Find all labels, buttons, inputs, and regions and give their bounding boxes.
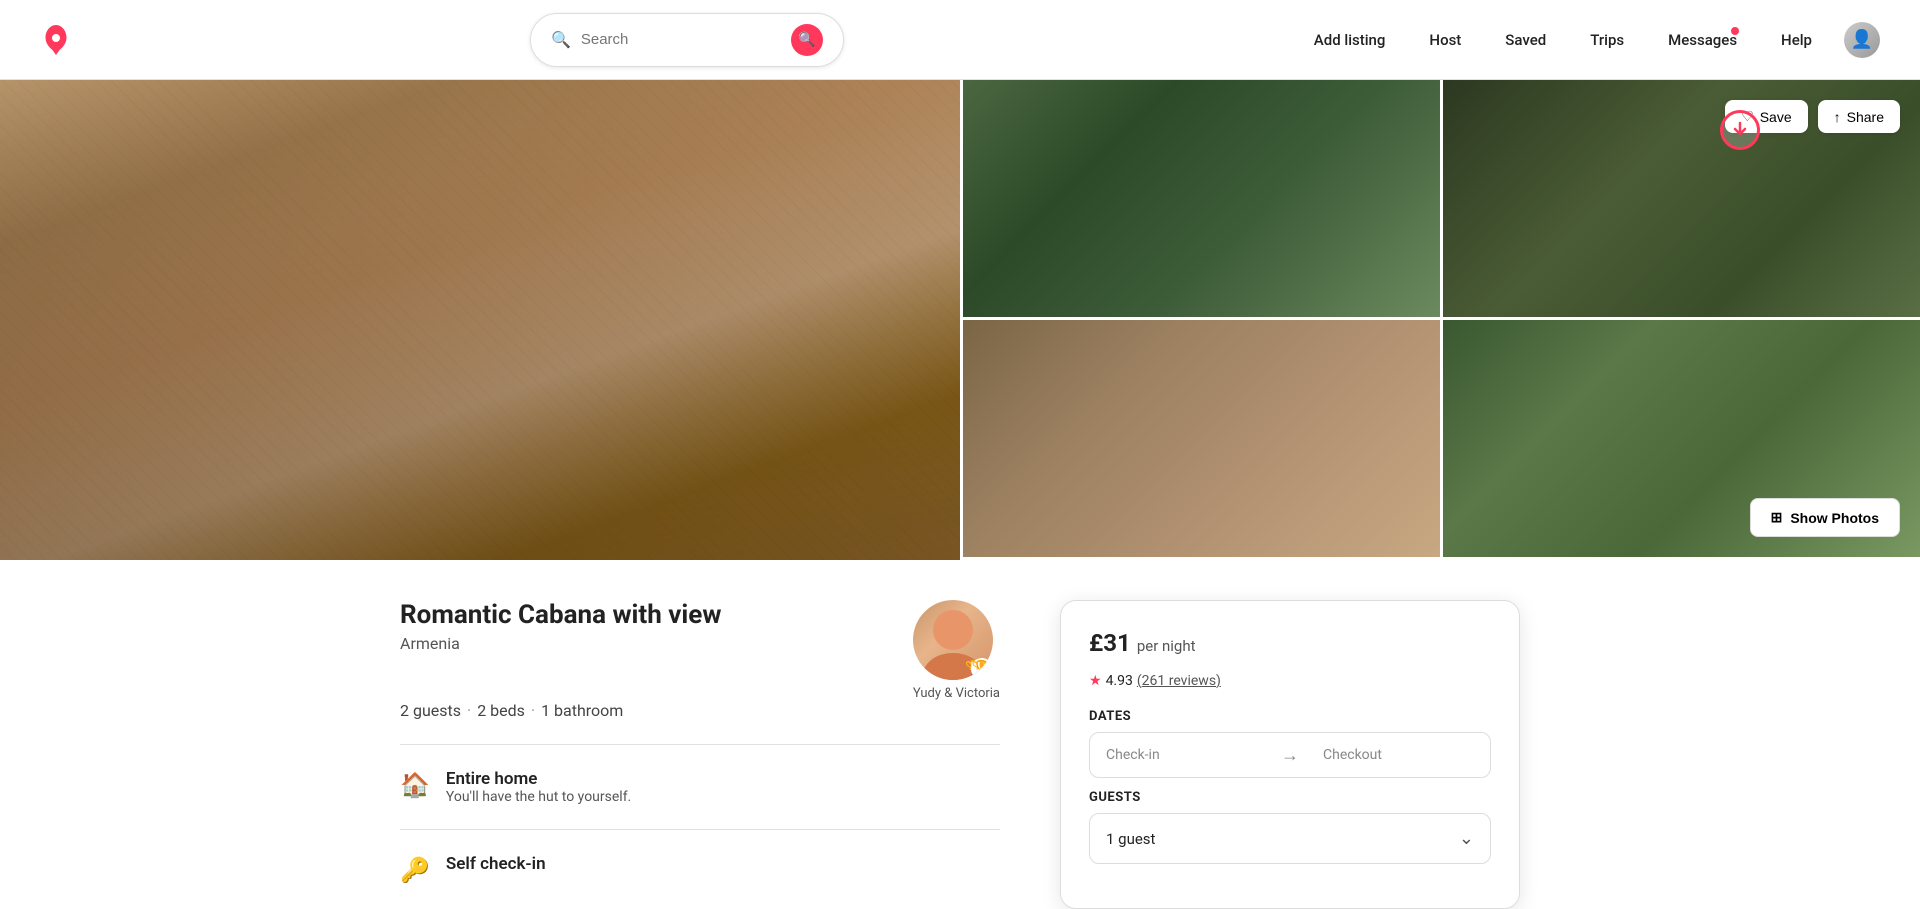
- avatar-image: 👤: [1844, 22, 1880, 58]
- guests-meta: 2 guests: [400, 701, 461, 720]
- host-name: Yudy & Victoria: [913, 686, 1000, 701]
- photo-bottom-right: ⊞ Show Photos: [960, 320, 1920, 560]
- show-photos-button[interactable]: ⊞ Show Photos: [1750, 498, 1900, 537]
- beds-meta: 2 beds: [477, 701, 525, 720]
- nav-messages[interactable]: Messages: [1656, 23, 1749, 57]
- dot-1: ·: [467, 701, 471, 720]
- rating-row: ★ 4.93 (261 reviews): [1089, 673, 1491, 689]
- search-icon: 🔍: [551, 30, 571, 49]
- nav-help[interactable]: Help: [1769, 23, 1824, 57]
- price-row: £31 per night: [1089, 629, 1491, 657]
- photos-grid-icon: ⊞: [1771, 509, 1783, 526]
- arrow-down-icon: [1720, 110, 1760, 150]
- listing-info: Romantic Cabana with view Armenia 🏆 Yudy…: [400, 600, 1000, 909]
- home-icon: 🏠: [400, 771, 430, 799]
- divider-1: [400, 744, 1000, 745]
- self-checkin-row: 🔑 Self check-in: [400, 854, 1000, 884]
- search-input[interactable]: [581, 31, 781, 48]
- share-button[interactable]: ↑ Share: [1818, 100, 1900, 133]
- star-icon: ★: [1089, 673, 1102, 689]
- arrow-annotation: [1720, 110, 1760, 150]
- divider-2: [400, 829, 1000, 830]
- nav-saved[interactable]: Saved: [1493, 23, 1558, 57]
- host-avatar-image: 🏆: [913, 600, 993, 680]
- listing-title: Romantic Cabana with view: [400, 600, 721, 630]
- price-amount: £31: [1089, 629, 1131, 657]
- self-checkin-label: Self check-in: [446, 854, 546, 874]
- key-icon: 🔑: [400, 856, 430, 884]
- nav-right: Add listing Host Saved Trips Messages He…: [1302, 22, 1880, 58]
- logo[interactable]: [40, 24, 72, 56]
- photo-main[interactable]: [0, 80, 960, 560]
- date-arrow-icon: →: [1273, 745, 1307, 766]
- dot-2: ·: [531, 701, 535, 720]
- main-photo-bg: [0, 80, 960, 560]
- chevron-down-icon: ⌄: [1459, 828, 1474, 849]
- bathrooms-meta: 1 bathroom: [541, 701, 623, 720]
- main-content: Romantic Cabana with view Armenia 🏆 Yudy…: [360, 560, 1560, 909]
- dates-inputs: Check-in → Checkout: [1089, 732, 1491, 778]
- photo-cell-3[interactable]: [960, 320, 1440, 560]
- guests-select[interactable]: 1 guest ⌄: [1089, 813, 1491, 864]
- listing-location: Armenia: [400, 634, 721, 653]
- svg-text:🏆: 🏆: [965, 659, 985, 678]
- checkin-input[interactable]: Check-in: [1090, 733, 1273, 777]
- review-count[interactable]: (261 reviews): [1137, 673, 1221, 689]
- checkout-input[interactable]: Checkout: [1307, 733, 1490, 777]
- entire-home-row: 🏠 Entire home You'll have the hut to you…: [400, 769, 1000, 805]
- entire-home-label: Entire home: [446, 769, 631, 789]
- guests-value: 1 guest: [1106, 830, 1155, 848]
- entire-home-sub: You'll have the hut to yourself.: [446, 789, 631, 805]
- listing-header: Romantic Cabana with view Armenia 🏆 Yudy…: [400, 600, 1000, 701]
- host-avatar[interactable]: 🏆: [913, 600, 993, 680]
- dates-label: Dates: [1089, 709, 1491, 724]
- navbar: 🔍 🔍 Add listing Host Saved Trips Message…: [0, 0, 1920, 80]
- price-per-night: per night: [1137, 637, 1196, 655]
- nav-trips[interactable]: Trips: [1578, 23, 1636, 57]
- search-submit-icon[interactable]: 🔍: [791, 24, 823, 56]
- photo-cell-4[interactable]: ⊞ Show Photos: [1440, 320, 1920, 560]
- share-icon: ↑: [1834, 109, 1841, 125]
- guests-label: Guests: [1089, 790, 1491, 805]
- nav-add-listing[interactable]: Add listing: [1302, 23, 1398, 57]
- photo-grid: ⊞ Show Photos ♡ Save ↑ Share: [0, 80, 1920, 560]
- listing-meta: 2 guests · 2 beds · 1 bathroom: [400, 701, 1000, 720]
- rating-value: 4.93: [1106, 673, 1133, 689]
- search-bar[interactable]: 🔍 🔍: [530, 13, 844, 67]
- user-avatar[interactable]: 👤: [1844, 22, 1880, 58]
- nav-host[interactable]: Host: [1417, 23, 1473, 57]
- photo-cell-1[interactable]: [960, 80, 1440, 320]
- booking-card: £31 per night ★ 4.93 (261 reviews) Dates…: [1060, 600, 1520, 909]
- photo-actions: ♡ Save ↑ Share: [1725, 100, 1900, 133]
